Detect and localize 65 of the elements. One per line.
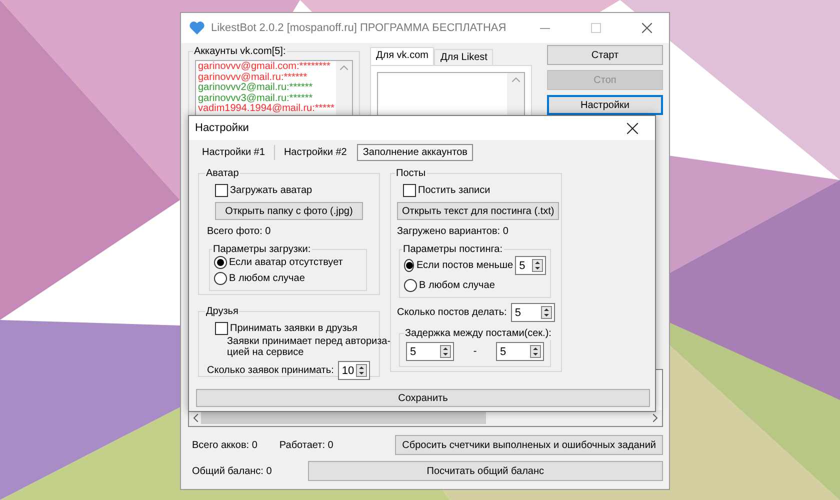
account-entry[interactable]: garinovvv@mail.ru:****** <box>198 72 334 83</box>
reset-counters-button[interactable]: Сбросить счетчики выполненых и ошибочных заданий <box>395 435 663 455</box>
spin-arrows-icon[interactable] <box>532 259 543 272</box>
requests-count-field[interactable]: 10 <box>338 361 370 380</box>
account-entry[interactable]: garinovvv3@mail.ru:****** <box>198 94 334 104</box>
spin-arrows-icon[interactable] <box>541 306 552 319</box>
checkbox[interactable] <box>215 322 228 335</box>
group-label: Параметры постинга: <box>403 244 503 255</box>
radio-button[interactable] <box>214 256 227 269</box>
range-dash: - <box>473 345 477 358</box>
radio-button[interactable] <box>404 259 414 272</box>
delay-to-field[interactable]: 5 <box>496 342 544 361</box>
working-label: Работает: 0 <box>279 438 334 452</box>
radio-label: Если постов меньше <box>416 259 514 272</box>
close-icon[interactable] <box>627 122 638 134</box>
spin-arrows-icon[interactable] <box>440 345 451 358</box>
group-label: Друзья <box>206 306 238 317</box>
account-entry[interactable]: garinovvv@gmail.com:******** <box>198 62 334 72</box>
action-button[interactable]: Старт <box>547 45 663 65</box>
open-post-text-button[interactable]: Открыть текст для постинга (.txt) <box>397 202 560 220</box>
delay-from-field[interactable]: 5 <box>406 342 454 361</box>
tab[interactable]: Для Likest <box>434 49 494 65</box>
post-entries-label: Постить записи <box>418 184 490 197</box>
radio-label: В любом случае <box>419 279 495 292</box>
loaded-variants-label: Загружено вариантов: 0 <box>397 225 510 238</box>
close-icon[interactable] <box>642 23 652 33</box>
posts-threshold-field[interactable]: 5 <box>515 256 546 275</box>
group-label: Параметры загрузки: <box>213 244 311 255</box>
checkbox[interactable] <box>403 184 416 197</box>
window-title: LikestBot 2.0.2 [mospanoff.ru] ПРОГРАММА БЕСПЛАТНАЯ <box>211 22 508 34</box>
total-accounts-label: Всего акков: 0 <box>192 438 258 452</box>
requests-note: Заявки принимает перед авториза- цией на сервисе <box>226 336 391 358</box>
heart-icon <box>189 21 205 35</box>
group-label: Посты <box>396 168 426 179</box>
open-photo-folder-button[interactable]: Открыть папку с фото (.jpg) <box>215 202 363 220</box>
spin-arrows-icon[interactable] <box>356 364 367 377</box>
tab[interactable]: Для vk.com <box>370 47 434 65</box>
balance-label: Общий баланс: 0 <box>192 464 272 478</box>
group-label: Задержка между постами(сек.): <box>405 328 552 339</box>
accept-requests-label: Принимать заявки в друзья <box>230 322 358 335</box>
scroll-thumb[interactable] <box>201 412 486 424</box>
tab[interactable]: Заполнение аккаунтов <box>356 144 474 161</box>
group-label: Аватар <box>206 168 239 179</box>
account-entry[interactable]: vadim1994.1994@mail.ru:***** <box>198 104 334 114</box>
radio-button[interactable] <box>214 272 227 285</box>
posts-count-label: Сколько постов делать: <box>397 306 507 319</box>
upload-avatar-label: Загружать аватар <box>230 184 312 197</box>
action-button[interactable]: Настройки <box>547 95 663 115</box>
requests-count-label: Сколько заявок принимать: <box>207 364 334 377</box>
photo-count-label: Всего фото: 0 <box>207 225 272 238</box>
scroll-right-icon[interactable] <box>653 414 658 422</box>
radio-label: Если аватар отсутствует <box>229 256 343 269</box>
save-button[interactable]: Сохранить <box>196 389 650 407</box>
scroll-left-icon[interactable] <box>193 414 198 422</box>
posts-count-field[interactable]: 5 <box>510 303 555 322</box>
count-balance-button[interactable]: Посчитать общий баланс <box>308 461 663 481</box>
group-label: Аккаунты vk.com[5]: <box>194 46 286 57</box>
account-entry[interactable]: garinovvv2@mail.ru:****** <box>198 83 334 94</box>
spin-arrows-icon[interactable] <box>530 345 541 358</box>
radio-label: В любом случае <box>229 272 305 285</box>
tab[interactable]: Настройки #2 <box>278 144 353 161</box>
radio-button[interactable] <box>404 279 417 292</box>
checkbox[interactable] <box>215 184 228 197</box>
dialog-title: Настройки <box>195 122 249 134</box>
tab[interactable]: Настройки #1 <box>196 144 271 161</box>
